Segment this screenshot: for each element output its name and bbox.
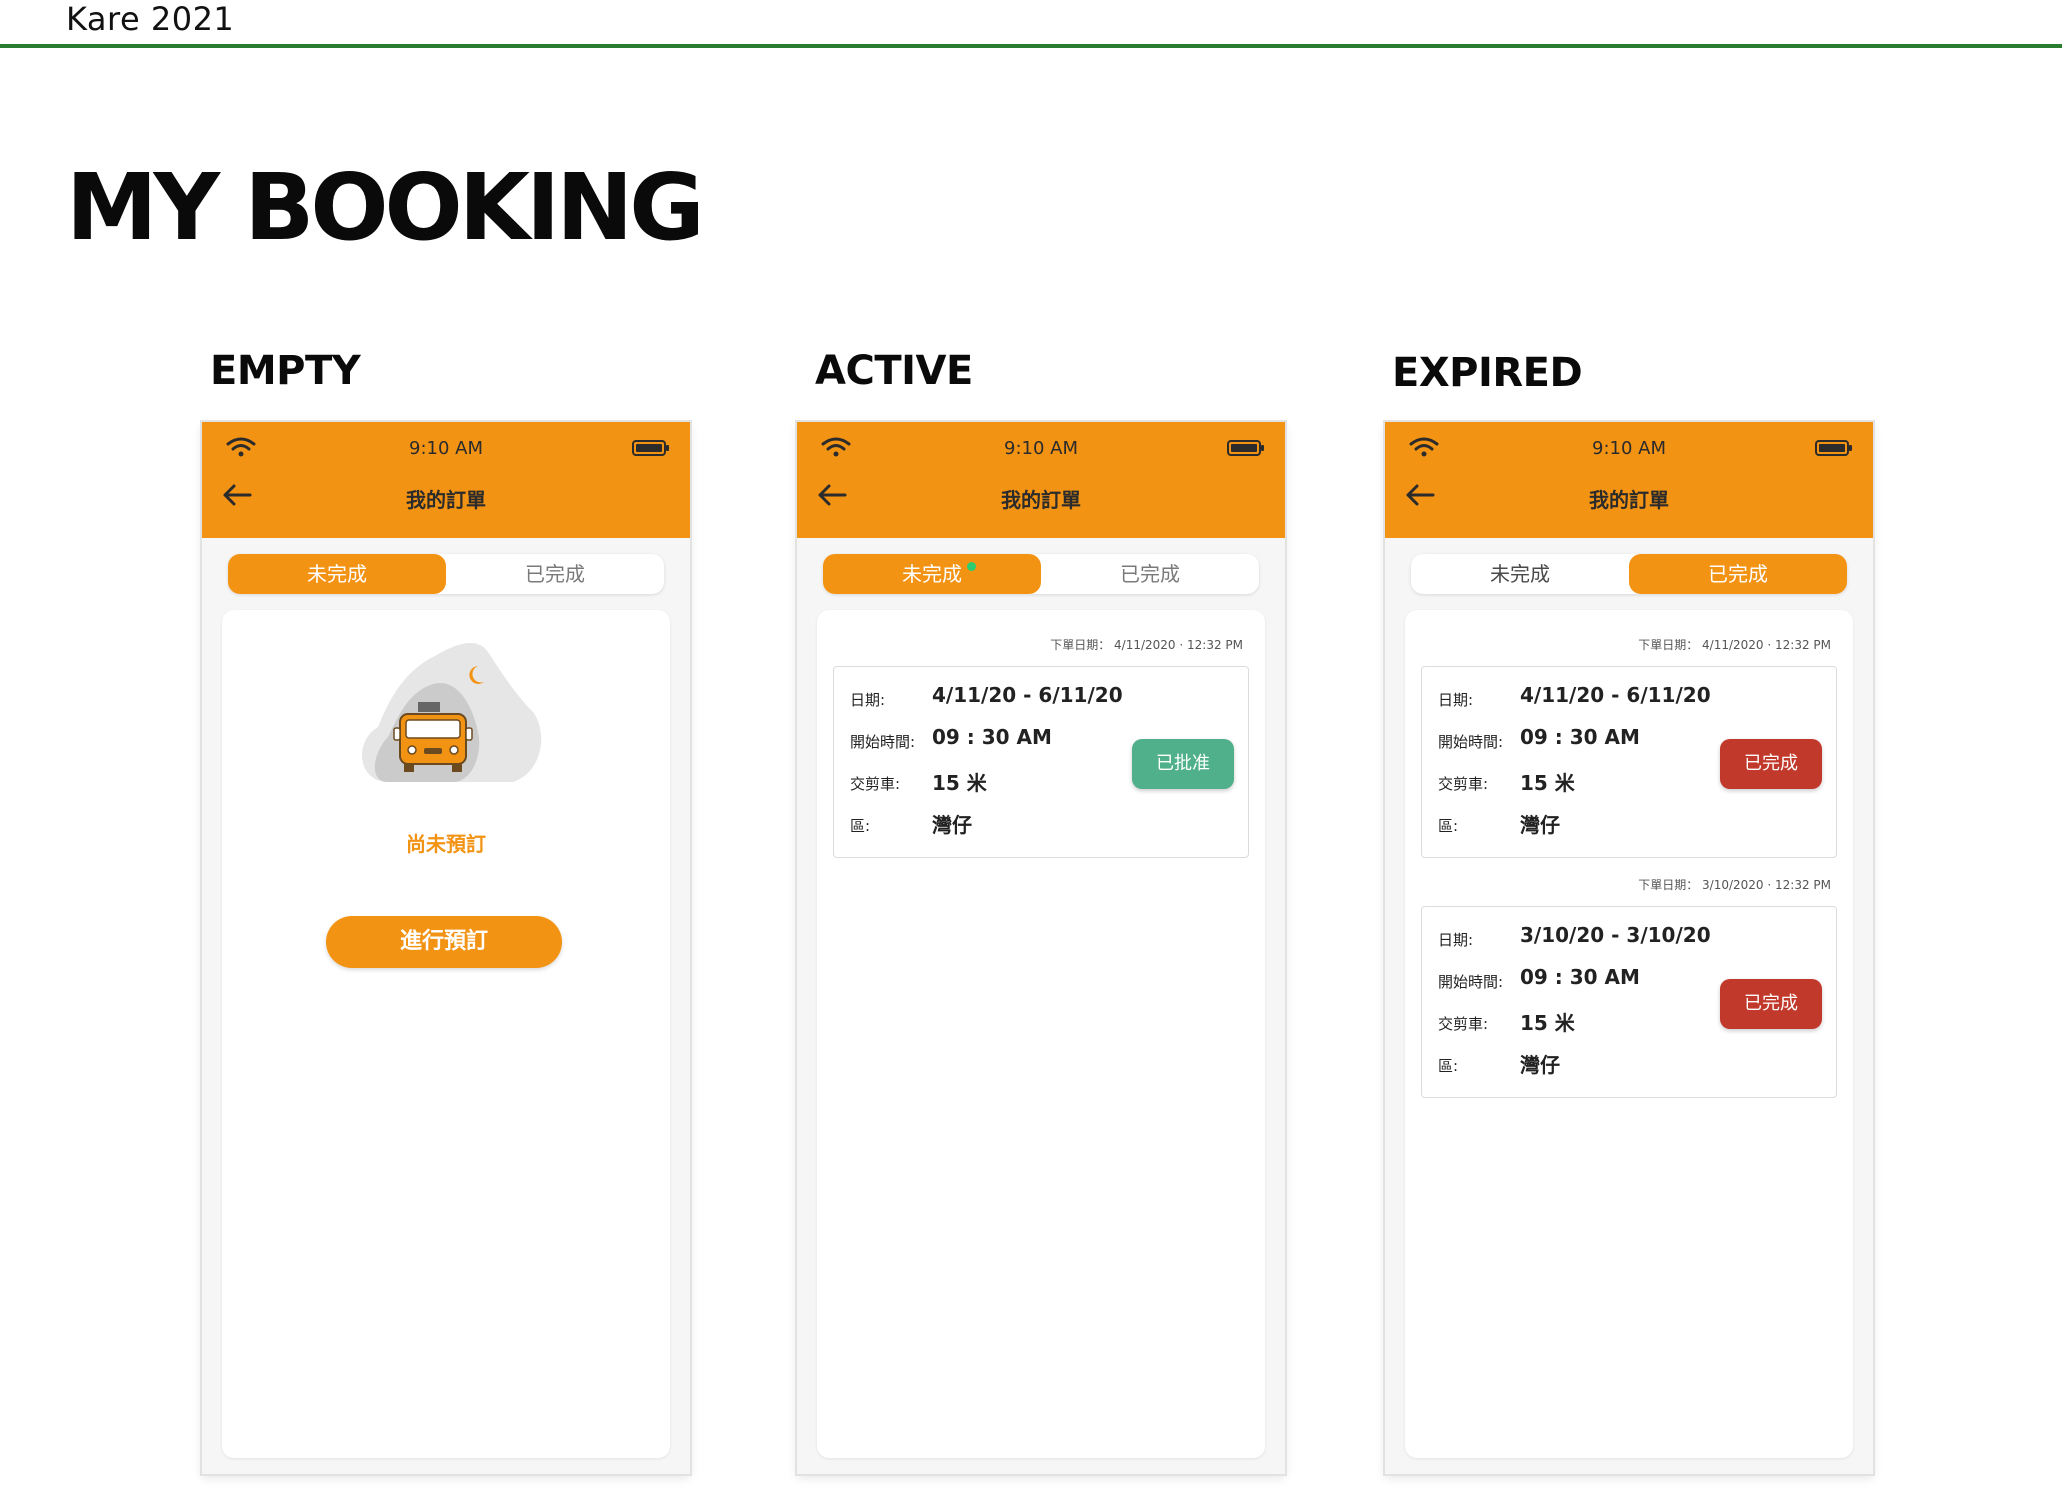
notification-dot	[967, 562, 976, 571]
booking-panel: 下單日期： 4/11/2020 · 12:32 PM 日期: 4/11/20 -…	[817, 610, 1265, 1458]
date-label: 日期:	[1438, 931, 1474, 949]
order-timestamp: 下單日期： 4/11/2020 · 12:32 PM	[1050, 638, 1243, 652]
start-time-value: 09 : 30 AM	[1520, 725, 1640, 749]
booking-panel: 尚未預訂 進行預訂	[222, 610, 670, 1458]
date-label: 日期:	[850, 691, 886, 709]
tab-switcher: 未完成 已完成	[228, 554, 664, 594]
phone-active: 9:10 AM 我的訂單 未完成 已完成 下單日期： 4/11/2020 · 1…	[797, 422, 1285, 1474]
status-time: 9:10 AM	[409, 438, 483, 459]
tab-pending[interactable]: 未完成	[1411, 554, 1629, 594]
district-value: 灣仔	[1520, 813, 1560, 837]
tab-pending-label: 未完成	[902, 562, 962, 586]
section-label-empty: EMPTY	[210, 348, 361, 394]
date-label: 日期:	[1438, 691, 1474, 709]
order-card[interactable]: 日期: 4/11/20 - 6/11/20 開始時間: 09 : 30 AM 交…	[833, 666, 1249, 858]
vehicle-label: 交剪車:	[850, 775, 901, 793]
status-time: 9:10 AM	[1004, 438, 1078, 459]
booking-panel: 下單日期： 4/11/2020 · 12:32 PM 日期: 4/11/20 -…	[1405, 610, 1853, 1458]
battery-icon	[632, 440, 669, 456]
order-timestamp: 下單日期： 3/10/2020 · 12:32 PM	[1638, 878, 1831, 892]
battery-icon	[1815, 440, 1852, 456]
order-timestamp: 下單日期： 4/11/2020 · 12:32 PM	[1638, 638, 1831, 652]
date-value: 4/11/20 - 6/11/20	[932, 683, 1123, 707]
tab-completed[interactable]: 已完成	[1629, 554, 1847, 594]
app-bar-title: 我的訂單	[406, 488, 486, 512]
section-label-active: ACTIVE	[815, 348, 973, 394]
document-header: Kare 2021	[0, 0, 2062, 48]
order-card[interactable]: 日期: 4/11/20 - 6/11/20 開始時間: 09 : 30 AM 交…	[1421, 666, 1837, 858]
district-label: 區:	[1438, 817, 1459, 835]
tab-switcher: 未完成 已完成	[1411, 554, 1847, 594]
vehicle-label: 交剪車:	[1438, 775, 1489, 793]
brand-label: Kare 2021	[66, 0, 235, 38]
vehicle-label: 交剪車:	[1438, 1015, 1489, 1033]
make-booking-button[interactable]: 進行預訂	[326, 916, 562, 968]
start-time-label: 開始時間:	[1438, 733, 1504, 751]
tab-pending[interactable]: 未完成	[228, 554, 446, 594]
empty-bus-illustration	[361, 642, 542, 782]
start-time-value: 09 : 30 AM	[932, 725, 1052, 749]
page-title: MY BOOKING	[66, 154, 705, 261]
tab-switcher: 未完成 已完成	[823, 554, 1259, 594]
status-completed-button[interactable]: 已完成	[1720, 979, 1822, 1029]
vehicle-value: 15 米	[1520, 1011, 1575, 1035]
district-value: 灣仔	[1520, 1053, 1560, 1077]
tab-pending[interactable]: 未完成	[823, 554, 1041, 594]
district-label: 區:	[1438, 1057, 1459, 1075]
tab-completed[interactable]: 已完成	[1041, 554, 1259, 594]
status-completed-button[interactable]: 已完成	[1720, 739, 1822, 789]
tab-completed[interactable]: 已完成	[446, 554, 664, 594]
start-time-label: 開始時間:	[1438, 973, 1504, 991]
app-bar-title: 我的訂單	[1001, 488, 1081, 512]
phone-empty: 9:10 AM 我的訂單 未完成 已完成 尚未預訂 進行預訂	[202, 422, 690, 1474]
battery-icon	[1227, 440, 1264, 456]
start-time-label: 開始時間:	[850, 733, 916, 751]
date-value: 4/11/20 - 6/11/20	[1520, 683, 1711, 707]
empty-state-message: 尚未預訂	[406, 832, 486, 856]
vehicle-value: 15 米	[1520, 771, 1575, 795]
district-label: 區:	[850, 817, 871, 835]
app-bar: 9:10 AM 我的訂單	[797, 422, 1285, 538]
section-label-expired: EXPIRED	[1392, 350, 1583, 396]
app-bar-title: 我的訂單	[1589, 488, 1669, 512]
status-approved-button[interactable]: 已批准	[1132, 739, 1234, 789]
status-time: 9:10 AM	[1592, 438, 1666, 459]
app-bar: 9:10 AM 我的訂單	[1385, 422, 1873, 538]
order-card[interactable]: 日期: 3/10/20 - 3/10/20 開始時間: 09 : 30 AM 交…	[1421, 906, 1837, 1098]
district-value: 灣仔	[932, 813, 972, 837]
app-bar: 9:10 AM 我的訂單	[202, 422, 690, 538]
phone-expired: 9:10 AM 我的訂單 未完成 已完成 下單日期： 4/11/2020 · 1…	[1385, 422, 1873, 1474]
start-time-value: 09 : 30 AM	[1520, 965, 1640, 989]
vehicle-value: 15 米	[932, 771, 987, 795]
date-value: 3/10/20 - 3/10/20	[1520, 923, 1711, 947]
